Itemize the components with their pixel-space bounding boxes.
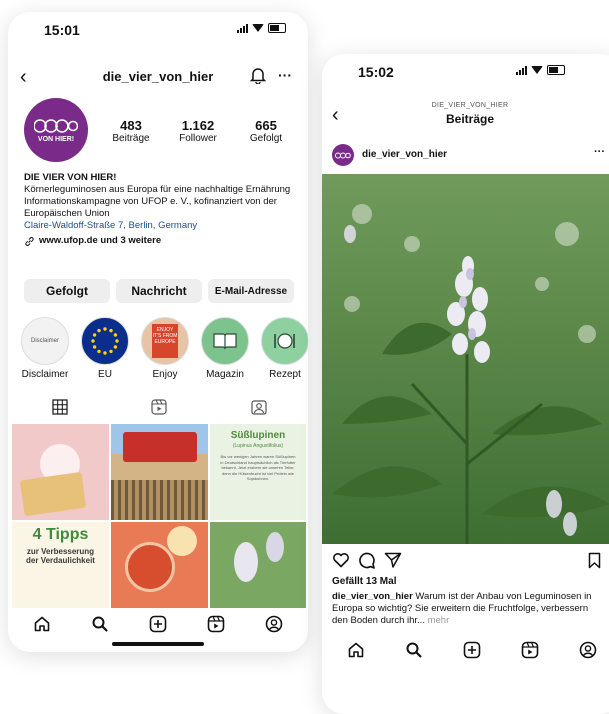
post-screen: 15:02 ‹ DIE_VIER_VON_HIER Beiträge die_v… <box>322 54 609 714</box>
address-link[interactable]: Claire-Waldoff-Straße 7, Berlin, Germany <box>24 220 300 232</box>
post-photo[interactable] <box>322 174 609 544</box>
signal-icon <box>237 23 248 33</box>
enjoy-badge: ENJOY IT'S FROM EUROPE <box>152 324 178 358</box>
search-icon[interactable] <box>90 614 110 634</box>
message-button[interactable]: Nachricht <box>116 279 202 303</box>
grid-post-4[interactable]: 4 Tipps zur Verbesserung der Verdaulichk… <box>12 522 109 608</box>
share-icon[interactable] <box>384 552 402 573</box>
book-icon <box>201 317 249 365</box>
more-options-icon[interactable]: ··· <box>278 67 292 83</box>
avatar[interactable]: VON HIER! <box>24 98 88 162</box>
status-bar: 15:01 <box>8 12 308 42</box>
profile-icon[interactable] <box>578 640 598 660</box>
post-more-icon[interactable]: ··· <box>594 146 605 158</box>
reels-tab-icon[interactable] <box>151 399 167 420</box>
wifi-icon <box>252 24 264 32</box>
status-bar: 15:02 <box>322 54 609 84</box>
grid-post-2[interactable] <box>111 424 208 520</box>
author-name[interactable]: die_vier_von_hier <box>362 149 447 160</box>
stat-following[interactable]: 665 Gefolgt <box>240 118 292 144</box>
create-post-icon[interactable] <box>462 640 482 660</box>
highlight-enjoy[interactable]: ENJOY IT'S FROM EUROPE Enjoy <box>140 317 190 380</box>
home-icon[interactable] <box>346 640 366 660</box>
profile-icon[interactable] <box>264 614 284 634</box>
grid-post-5[interactable] <box>111 522 208 608</box>
bio-line-2: Informationskampagne von UFOP e. V., kof… <box>24 196 277 219</box>
display-name: DIE VIER VON HIER! <box>24 172 117 183</box>
author-avatar[interactable] <box>332 144 354 166</box>
grid-post-1[interactable] <box>12 424 109 520</box>
status-time: 15:01 <box>44 22 80 38</box>
status-time: 15:02 <box>358 64 394 80</box>
following-button[interactable]: Gefolgt <box>24 279 110 303</box>
battery-icon <box>268 23 286 33</box>
create-post-icon[interactable] <box>148 614 168 634</box>
stat-followers[interactable]: 1.162 Follower <box>168 118 228 144</box>
back-icon[interactable]: ‹ <box>332 104 339 127</box>
grid-tab-icon[interactable] <box>52 399 68 420</box>
cutlery-icon <box>261 317 308 365</box>
caption-username[interactable]: die_vier_von_hier <box>332 591 413 602</box>
highlight-magazin[interactable]: Magazin <box>200 317 250 380</box>
header-title: Beiträge <box>445 112 495 126</box>
comment-icon[interactable] <box>358 552 376 574</box>
bio: DIE VIER VON HIER! Körnerleguminosen aus… <box>24 172 300 247</box>
battery-icon <box>547 65 565 75</box>
post-caption: die_vier_von_hier Warum ist der Anbau vo… <box>332 591 604 627</box>
signal-icon <box>516 65 527 75</box>
avatar-logo-text: VON HIER! <box>37 135 75 143</box>
bookmark-icon[interactable] <box>588 552 601 574</box>
reels-icon[interactable] <box>206 614 226 634</box>
home-indicator <box>112 642 204 646</box>
wifi-icon <box>531 66 543 74</box>
home-icon[interactable] <box>32 614 52 634</box>
eu-flag-icon <box>81 317 129 365</box>
search-icon[interactable] <box>404 640 424 660</box>
email-button[interactable]: E-Mail-Adresse <box>208 279 294 303</box>
stat-posts[interactable]: 483 Beiträge <box>106 118 156 144</box>
more-link[interactable]: mehr <box>425 615 450 626</box>
website-link[interactable]: www.ufop.de und 3 weitere <box>24 235 300 247</box>
link-icon <box>25 236 34 246</box>
grid-post-3[interactable]: Süßlupinen (Lupinus Angustifolius) Bis v… <box>210 424 306 520</box>
likes-count[interactable]: Gefällt 13 Mal <box>332 576 396 587</box>
tagged-tab-icon[interactable] <box>251 399 267 420</box>
header-username: DIE_VIER_VON_HIER <box>431 102 509 109</box>
highlight-disclaimer[interactable]: Disclaimer Disclaimer <box>20 317 70 380</box>
profile-screen: 15:01 ‹ die_vier_von_hier ··· VON HIER! … <box>8 12 308 652</box>
like-icon[interactable] <box>332 552 350 573</box>
reels-icon[interactable] <box>520 640 540 660</box>
highlight-rezept[interactable]: Rezept <box>260 317 308 380</box>
highlight-eu[interactable]: EU <box>80 317 130 380</box>
bio-line-1: Körnerleguminosen aus Europa für eine na… <box>24 184 291 195</box>
vier-logo-icon <box>34 118 78 133</box>
bell-icon[interactable] <box>249 66 267 89</box>
grid-post-6[interactable] <box>210 522 306 608</box>
